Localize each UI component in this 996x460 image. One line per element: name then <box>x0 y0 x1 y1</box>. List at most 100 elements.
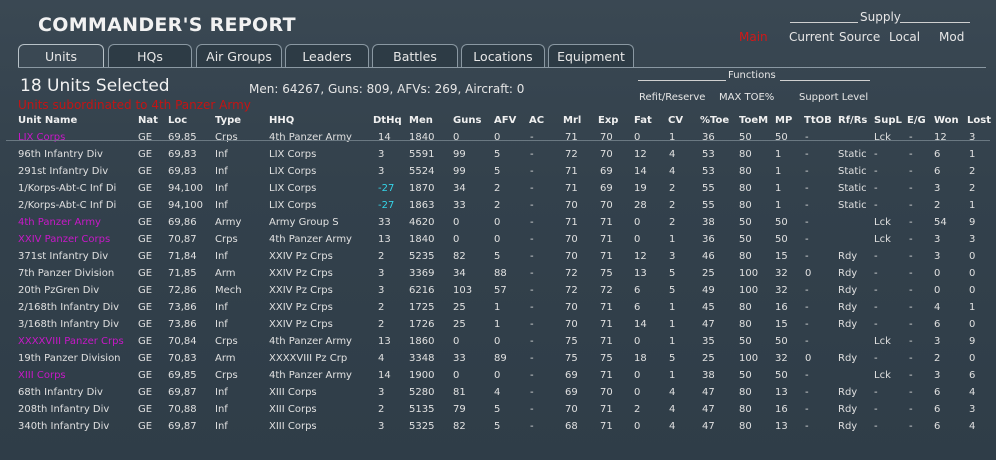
table-row[interactable]: 20th PzGren Div GE 72,86 Mech XXIV Pz Crps 3 6… <box>0 282 996 299</box>
tab-locations[interactable]: Locations <box>461 44 545 68</box>
cell-name[interactable]: 68th Infantry Div <box>18 387 103 398</box>
cell-hhq: XIII Corps <box>269 421 317 432</box>
cell-eg: - <box>909 387 913 398</box>
cell-name[interactable]: 2/168th Infantry Div <box>18 302 119 313</box>
table-row[interactable]: 4th Panzer Army GE 69,86 Army Army Group S 33… <box>0 214 996 231</box>
cell-name[interactable]: 3/168th Infantry Div <box>18 319 119 330</box>
cell-name[interactable]: 2/Korps-Abt-C Inf Di <box>18 200 116 211</box>
col-afv[interactable]: AFV <box>494 115 516 126</box>
table-row[interactable]: 340th Infantry Div GE 69,87 Inf XIII Corps 3 5… <box>0 418 996 435</box>
cell-name[interactable]: 208th Infantry Div <box>18 404 109 415</box>
cell-ac: - <box>530 404 534 415</box>
tab-equipment[interactable]: Equipment <box>548 44 634 68</box>
table-row[interactable]: LIX Corps GE 69,85 Crps 4th Panzer Army 14 184… <box>0 129 996 146</box>
supply-current-label[interactable]: Current <box>789 30 834 44</box>
tab-hqs[interactable]: HQs <box>108 44 192 68</box>
table-row[interactable]: 291st Infantry Div GE 69,83 Inf LIX Corps 3 55… <box>0 163 996 180</box>
cell-afv: 57 <box>494 285 507 296</box>
cell-name[interactable]: 340th Infantry Div <box>18 421 109 432</box>
table-row[interactable]: 96th Infantry Div GE 69,83 Inf LIX Corps 3 559… <box>0 146 996 163</box>
cell-fat: 12 <box>634 149 647 160</box>
cell-toem: 80 <box>739 166 752 177</box>
tab-leaders[interactable]: Leaders <box>285 44 369 68</box>
col-fat[interactable]: Fat <box>634 115 652 126</box>
cell-lost: 3 <box>969 132 976 143</box>
cell-supl: - <box>874 285 878 296</box>
table-row[interactable]: 19th Panzer Division GE 70,83 Arm XXXXVIII P… <box>0 350 996 367</box>
table-header: Unit Name Nat Loc Type HHQ DtHq Men Guns… <box>0 115 996 129</box>
cell-exp: 71 <box>600 251 613 262</box>
cell-name[interactable]: LIX Corps <box>18 132 65 143</box>
supply-source-label[interactable]: Source <box>839 30 880 44</box>
cell-mp: 50 <box>775 370 788 381</box>
col-men[interactable]: Men <box>409 115 433 126</box>
cell-won: 6 <box>934 387 941 398</box>
cell-cv: 1 <box>669 302 676 313</box>
table-row[interactable]: 208th Infantry Div GE 70,88 Inf XIII Corps 2 5… <box>0 401 996 418</box>
cell-loc: 69,87 <box>168 421 197 432</box>
col-cv[interactable]: CV <box>668 115 683 126</box>
cell-cv: 5 <box>669 285 676 296</box>
cell-dthq: 2 <box>378 251 385 262</box>
cell-mrl: 70 <box>565 302 578 313</box>
col-ttob[interactable]: TtOB <box>804 115 832 126</box>
col-loc[interactable]: Loc <box>168 115 187 126</box>
cell-name[interactable]: 4th Panzer Army <box>18 217 101 228</box>
col-eg[interactable]: E/G <box>907 115 926 126</box>
col-mp[interactable]: MP <box>775 115 792 126</box>
cell-eg: - <box>909 217 913 228</box>
table-row[interactable]: XXIV Panzer Corps GE 70,87 Crps 4th Panzer A… <box>0 231 996 248</box>
col-exp[interactable]: Exp <box>598 115 618 126</box>
col-dthq[interactable]: DtHq <box>373 115 402 126</box>
cell-mrl: 75 <box>565 353 578 364</box>
table-row[interactable]: 2/168th Infantry Div GE 73,86 Inf XXIV Pz Cr… <box>0 299 996 316</box>
cell-name[interactable]: XIII Corps <box>18 370 66 381</box>
table-row[interactable]: XIII Corps GE 69,85 Crps 4th Panzer Army 14 19… <box>0 367 996 384</box>
col-rfrs[interactable]: Rf/Rs <box>838 115 867 126</box>
cell-name[interactable]: 96th Infantry Div <box>18 149 103 160</box>
cell-name[interactable]: 7th Panzer Division <box>18 268 114 279</box>
cell-mp: 50 <box>775 234 788 245</box>
col-nat[interactable]: Nat <box>138 115 158 126</box>
cell-supl: Lck <box>874 234 891 245</box>
col-lost[interactable]: Lost <box>967 115 991 126</box>
tab-units[interactable]: Units <box>18 44 104 68</box>
col-toe[interactable]: %Toe <box>700 115 729 126</box>
cell-type: Mech <box>215 285 242 296</box>
refit-reserve-button[interactable]: Refit/Reserve <box>639 92 705 103</box>
cell-name[interactable]: 371st Infantry Div <box>18 251 108 262</box>
table-row[interactable]: 1/Korps-Abt-C Inf Di GE 94,100 Inf LIX Corps… <box>0 180 996 197</box>
col-ac[interactable]: AC <box>529 115 544 126</box>
max-toe-button[interactable]: MAX TOE% <box>719 92 774 103</box>
col-toem[interactable]: ToeM <box>739 115 768 126</box>
supply-main-label[interactable]: Main <box>739 30 768 44</box>
col-won[interactable]: Won <box>934 115 959 126</box>
tab-air-groups[interactable]: Air Groups <box>196 44 282 68</box>
support-level-button[interactable]: Support Level <box>799 92 868 103</box>
table-row[interactable]: 2/Korps-Abt-C Inf Di GE 94,100 Inf LIX Corps… <box>0 197 996 214</box>
cell-name[interactable]: XXIV Panzer Corps <box>18 234 110 245</box>
cell-rfrs: Static <box>838 183 867 194</box>
col-unit-name[interactable]: Unit Name <box>18 115 77 126</box>
cell-name[interactable]: 291st Infantry Div <box>18 166 108 177</box>
col-supl[interactable]: SupL <box>874 115 902 126</box>
cell-name[interactable]: 20th PzGren Div <box>18 285 99 296</box>
cell-name[interactable]: 1/Korps-Abt-C Inf Di <box>18 183 116 194</box>
table-row[interactable]: 68th Infantry Div GE 69,87 Inf XIII Corps 3 52… <box>0 384 996 401</box>
col-type[interactable]: Type <box>215 115 241 126</box>
table-row[interactable]: 7th Panzer Division GE 71,85 Arm XXIV Pz Crp… <box>0 265 996 282</box>
cell-name[interactable]: 19th Panzer Division <box>18 353 121 364</box>
cell-name[interactable]: XXXXVIII Panzer Crps <box>18 336 124 347</box>
cell-mrl: 68 <box>565 421 578 432</box>
cell-cv: 5 <box>669 353 676 364</box>
table-row[interactable]: 371st Infantry Div GE 71,84 Inf XXIV Pz Crps… <box>0 248 996 265</box>
col-mrl[interactable]: Mrl <box>563 115 581 126</box>
table-row[interactable]: 3/168th Infantry Div GE 73,86 Inf XXIV Pz Cr… <box>0 316 996 333</box>
col-hhq[interactable]: HHQ <box>269 115 294 126</box>
col-guns[interactable]: Guns <box>453 115 481 126</box>
supply-mod-label[interactable]: Mod <box>939 30 964 44</box>
table-row[interactable]: XXXXVIII Panzer Crps GE 70,84 Crps 4th Panze… <box>0 333 996 350</box>
supply-local-label[interactable]: Local <box>889 30 920 44</box>
tab-battles[interactable]: Battles <box>372 44 458 68</box>
cell-supl: - <box>874 302 878 313</box>
